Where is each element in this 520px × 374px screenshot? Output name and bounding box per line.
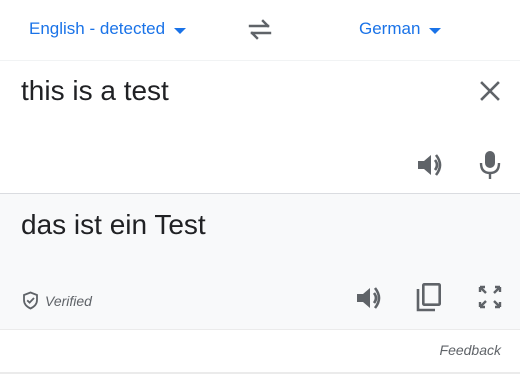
target-language-selector[interactable]: German xyxy=(359,18,442,40)
swap-arrows-icon xyxy=(248,19,272,40)
translation-panel: das ist ein Test Verified xyxy=(0,194,520,329)
source-language-selector[interactable]: English - detected xyxy=(29,18,187,40)
listen-source-button[interactable] xyxy=(415,150,445,180)
caret-down-icon xyxy=(174,27,187,34)
caret-down-icon xyxy=(429,27,442,34)
fullscreen-button[interactable] xyxy=(477,284,503,310)
target-language-label: German xyxy=(359,19,421,38)
close-icon xyxy=(480,81,500,101)
source-language-label: English - detected xyxy=(29,19,166,38)
microphone-icon xyxy=(479,151,501,179)
swap-languages-button[interactable] xyxy=(246,16,274,42)
feedback-bar: Feedback xyxy=(0,329,520,374)
language-bar: English - detected German xyxy=(0,0,520,61)
translation-text: das ist ein Test xyxy=(21,209,206,240)
shield-check-icon xyxy=(23,291,38,310)
source-panel: this is a test xyxy=(0,61,520,194)
copy-icon xyxy=(416,282,441,312)
copy-translation-button[interactable] xyxy=(416,282,442,312)
verified-badge: Verified xyxy=(22,291,92,310)
feedback-link[interactable]: Feedback xyxy=(440,342,501,358)
clear-source-button[interactable] xyxy=(477,78,503,104)
fullscreen-icon xyxy=(478,285,502,309)
voice-input-button[interactable] xyxy=(478,149,502,181)
source-text-input[interactable]: this is a test xyxy=(21,75,169,107)
volume-up-icon xyxy=(418,154,442,176)
verified-label: Verified xyxy=(45,292,92,309)
listen-translation-button[interactable] xyxy=(354,283,384,313)
volume-up-icon xyxy=(357,287,381,309)
